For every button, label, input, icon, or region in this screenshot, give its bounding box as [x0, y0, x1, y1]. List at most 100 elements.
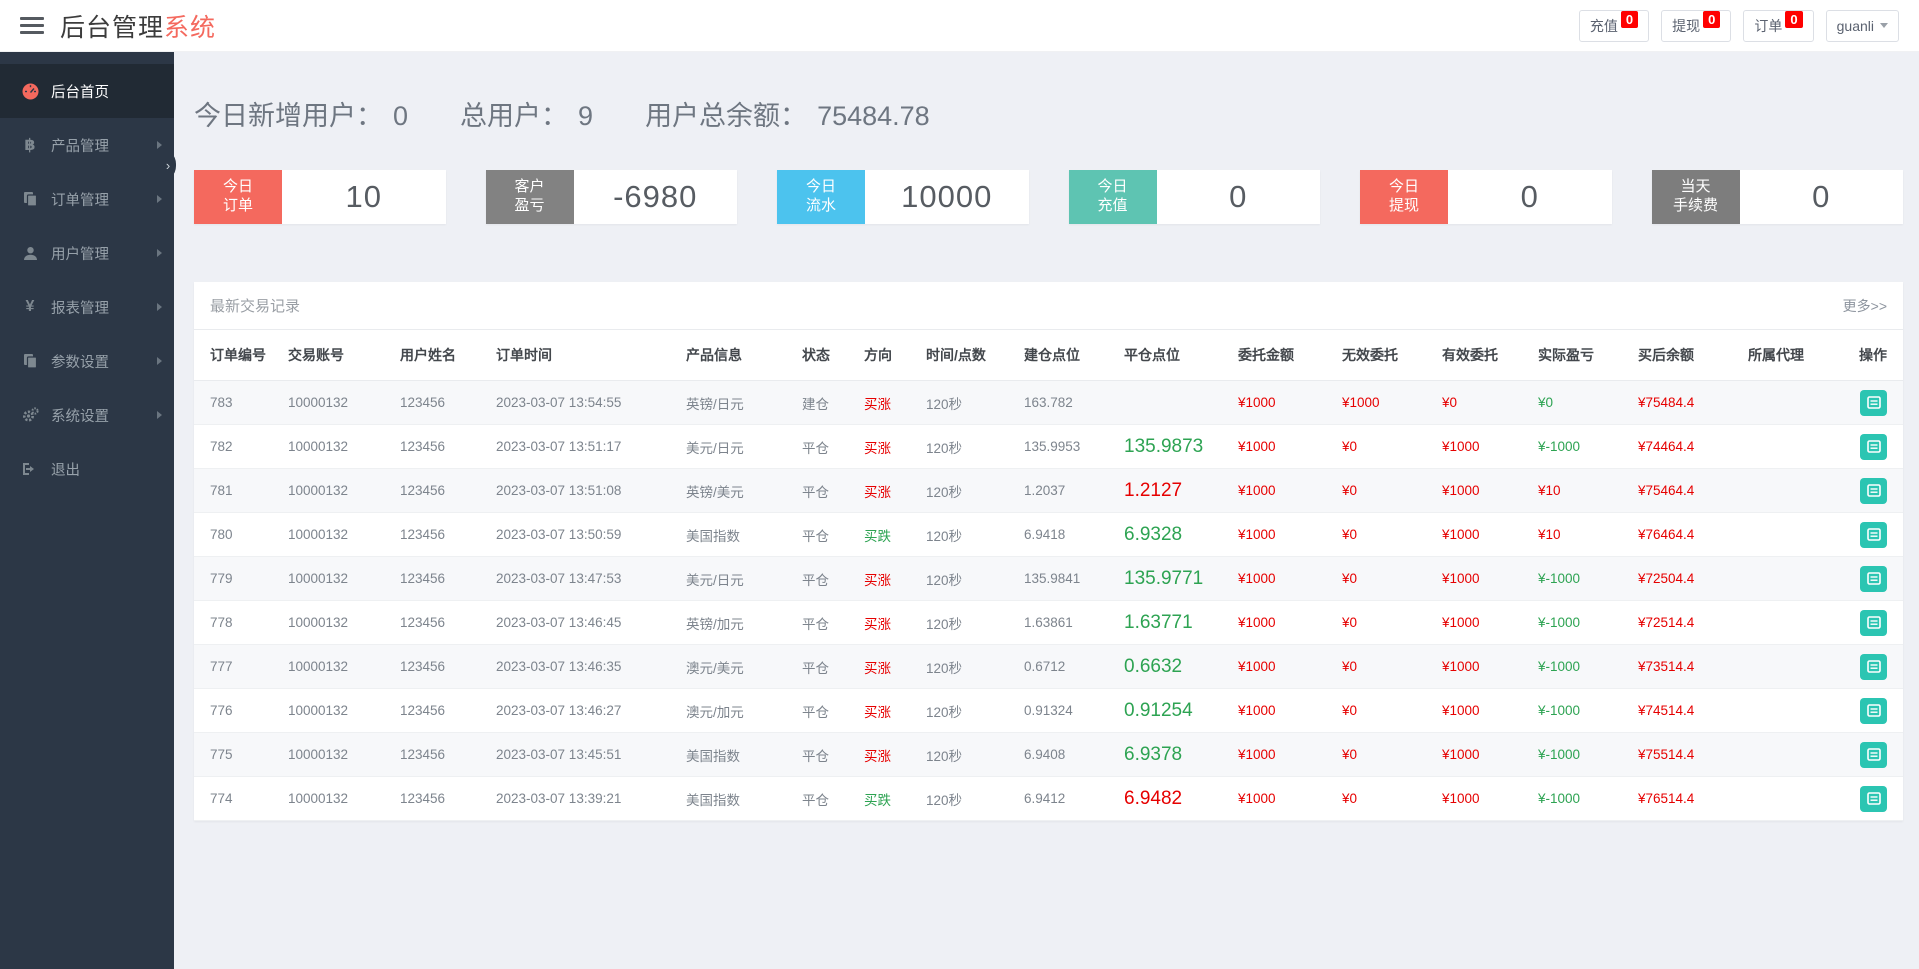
cell-status: 平仓 [802, 528, 829, 544]
cell-period: 120秒 [926, 792, 963, 808]
cell-product: 美元/日元 [686, 440, 744, 456]
cell-close: 135.9873 [1124, 435, 1204, 457]
withdraw-button[interactable]: 提现 0 [1661, 9, 1732, 42]
view-order-button[interactable] [1860, 741, 1887, 768]
view-order-button[interactable] [1860, 433, 1887, 460]
sidebar-item-system[interactable]: 系统设置 [0, 388, 174, 442]
cell-direction: 买涨 [864, 484, 891, 500]
app-title-suffix: 系统 [164, 13, 217, 42]
cell-id: 783 [210, 395, 233, 410]
more-link[interactable]: 更多>> [1843, 296, 1887, 316]
app-title-prefix: 后台管理 [60, 13, 165, 42]
table-row: 778 10000132 123456 2023-03-07 13:46:45 英镑/加… [194, 601, 1903, 645]
recharge-label: 充值 [1589, 17, 1618, 34]
stat-card-label: 今日 充值 [1068, 170, 1157, 224]
sidebar-item-params[interactable]: 参数设置 [0, 334, 174, 388]
sidebar-item-label: 用户管理 [51, 246, 109, 263]
bitcoin-icon: ฿ [24, 137, 36, 154]
stat-card-customer-pnl: 客户 盈亏 -6980 [485, 170, 737, 224]
cell-op [1838, 645, 1903, 689]
cell-op [1838, 469, 1903, 513]
view-order-button[interactable] [1860, 477, 1887, 504]
sidebar-item-home[interactable]: 后台首页 [0, 64, 174, 118]
view-order-button[interactable] [1860, 521, 1887, 548]
sidebar-item-label: 退出 [51, 462, 80, 479]
cell-amount: ¥1000 [1238, 571, 1276, 586]
cell-time: 2023-03-07 13:51:08 [496, 483, 622, 498]
table-row: 780 10000132 123456 2023-03-07 13:50:59 美国指数… [194, 513, 1903, 557]
stat-summary-item: 今日新增用户： 0 [194, 94, 408, 133]
cell-period: 120秒 [926, 616, 963, 632]
cell-product: 澳元/美元 [686, 660, 744, 676]
sidebar-item-logout[interactable]: 退出 [0, 442, 174, 496]
column-header-account: 交易账号 [282, 330, 394, 381]
cell-status: 平仓 [802, 748, 829, 764]
cell-invalid: ¥1000 [1342, 395, 1380, 410]
summary-stats: 今日新增用户： 0 总用户： 9 用户总余额： 75484.78 [194, 94, 1903, 133]
cell-account: 10000132 [288, 791, 349, 806]
view-order-button[interactable] [1860, 609, 1887, 636]
cell-balance: ¥75514.4 [1638, 747, 1695, 762]
cell-id: 774 [210, 791, 233, 806]
cell-valid: ¥1000 [1442, 483, 1480, 498]
column-header-valid: 有效委托 [1436, 330, 1532, 381]
stat-summary-value: 75484.78 [817, 101, 930, 131]
cell-op [1838, 601, 1903, 645]
cell-invalid: ¥0 [1342, 747, 1358, 762]
cell-profit: ¥10 [1538, 527, 1561, 542]
cell-open: 0.91324 [1024, 703, 1073, 718]
cell-open: 163.782 [1024, 395, 1073, 410]
sidebar-item-label: 后台首页 [51, 84, 109, 101]
cell-amount: ¥1000 [1238, 659, 1276, 674]
sidebar-item-products[interactable]: ฿ 产品管理 [0, 118, 174, 172]
orders-button[interactable]: 订单 0 [1743, 9, 1814, 42]
cell-close: 135.9771 [1124, 567, 1204, 589]
hamburger-menu-icon[interactable] [20, 17, 44, 34]
cell-open: 135.9841 [1024, 571, 1081, 586]
view-order-icon [1866, 440, 1881, 453]
cell-profit: ¥-1000 [1538, 659, 1581, 674]
cell-product: 美国指数 [686, 792, 740, 808]
sidebar-item-reports[interactable]: ¥ 报表管理 [0, 280, 174, 334]
cell-direction: 买涨 [864, 616, 891, 632]
cell-amount: ¥1000 [1238, 703, 1276, 718]
user-name: guanli [1836, 17, 1874, 34]
cell-agent [1742, 777, 1838, 821]
withdraw-badge: 0 [1703, 11, 1721, 28]
cell-name: 123456 [400, 395, 446, 410]
column-header-product: 产品信息 [680, 330, 796, 381]
view-order-button[interactable] [1860, 389, 1887, 416]
cell-valid: ¥1000 [1442, 439, 1480, 454]
cell-id: 776 [210, 703, 233, 718]
cell-balance: ¥75484.4 [1638, 395, 1695, 410]
latest-trades-panel: 最新交易记录 更多>> 订单编号 交易账号 用户姓名 订单时间 产品信息 状态 方向 时间/点… [194, 282, 1903, 821]
view-order-icon [1866, 660, 1881, 673]
cell-amount: ¥1000 [1238, 527, 1276, 542]
cell-period: 120秒 [926, 660, 963, 676]
cell-agent [1742, 601, 1838, 645]
cell-agent [1742, 645, 1838, 689]
cell-balance: ¥76514.4 [1638, 791, 1695, 806]
view-order-button[interactable] [1860, 565, 1887, 592]
cell-close: 1.2127 [1124, 479, 1183, 501]
chevron-right-icon [157, 357, 162, 365]
stat-cards: 今日 订单 10 客户 盈亏 -6980 今日 流水 10000 今日 充值 0 今日 提现 0 当天 手续费 0 [194, 170, 1903, 224]
view-order-button[interactable] [1860, 785, 1887, 812]
cell-agent [1742, 381, 1838, 425]
user-menu-button[interactable]: guanli [1825, 9, 1899, 42]
cell-direction: 买涨 [864, 704, 891, 720]
stat-card-label: 今日 提现 [1360, 170, 1448, 224]
cell-valid: ¥1000 [1442, 571, 1480, 586]
stat-card-value: 0 [1812, 179, 1831, 214]
column-header-name: 用户姓名 [394, 330, 490, 381]
cell-amount: ¥1000 [1238, 439, 1276, 454]
cell-profit: ¥10 [1538, 483, 1561, 498]
cell-amount: ¥1000 [1238, 483, 1276, 498]
sidebar-item-users[interactable]: 用户管理 [0, 226, 174, 280]
view-order-button[interactable] [1860, 653, 1887, 680]
column-header-profit: 实际盈亏 [1532, 330, 1632, 381]
stat-card-today-fee: 当天 手续费 0 [1651, 170, 1903, 224]
sidebar-item-orders[interactable]: 订单管理 [0, 172, 174, 226]
recharge-button[interactable]: 充值 0 [1578, 9, 1650, 42]
view-order-button[interactable] [1860, 697, 1887, 724]
